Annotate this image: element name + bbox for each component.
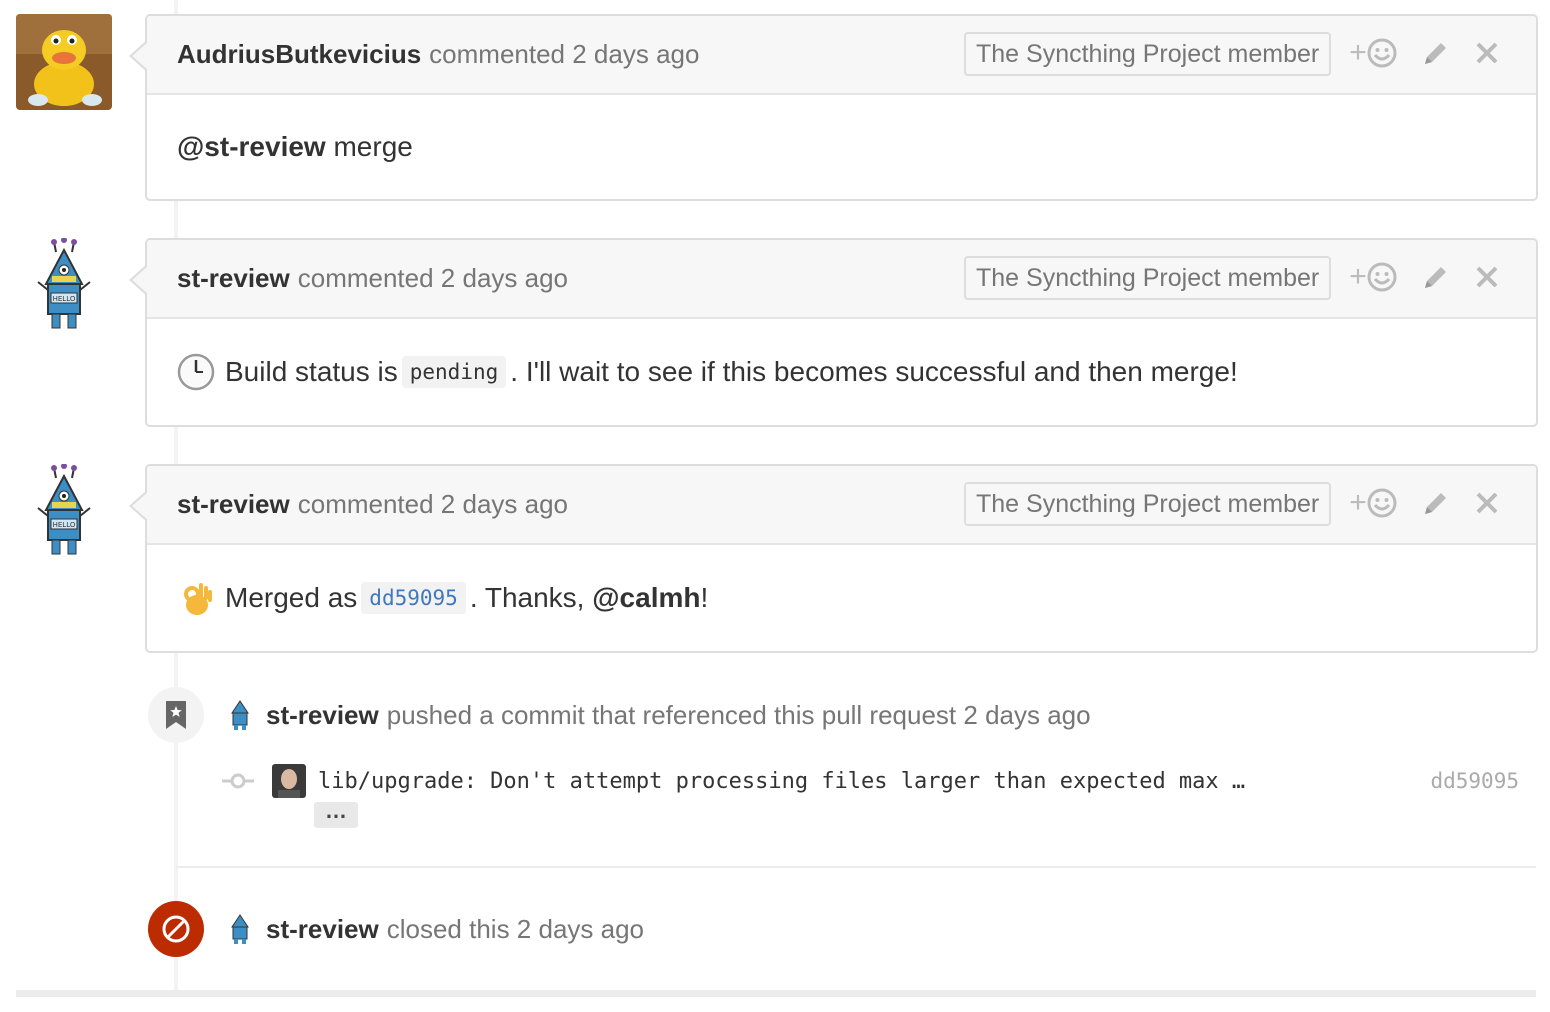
commit-sha-link[interactable]: dd59095 [361, 582, 466, 614]
add-reaction-button[interactable]: + [1343, 260, 1403, 294]
delete-button[interactable] [1473, 265, 1501, 289]
mention-link[interactable]: @st-review [177, 131, 326, 163]
muppet-avatar-icon [16, 14, 112, 110]
circle-slash-icon [162, 915, 190, 943]
comment-text-tail: . I'll wait to see if this becomes succe… [510, 356, 1238, 387]
comment-timestamp[interactable]: commented 2 days ago [298, 263, 568, 294]
comment-3: st-review commented 2 days ago The Synct… [129, 464, 1538, 653]
plus-label: + [1349, 260, 1367, 293]
commit-row: lib/upgrade: Don't attempt processing fi… [222, 760, 1522, 802]
smiley-icon [1367, 488, 1397, 518]
plus-label: + [1349, 486, 1367, 519]
member-badge: The Syncthing Project member [964, 32, 1332, 76]
comment-timestamp[interactable]: commented 2 days ago [429, 39, 699, 70]
commit-sha-link[interactable]: dd59095 [1430, 769, 1519, 793]
comment-text-tail: ! [700, 582, 709, 613]
inline-code: pending [401, 356, 507, 388]
event-text: pushed a commit that referenced this pul… [386, 699, 1091, 730]
comment-author[interactable]: st-review [177, 263, 290, 294]
event-text: closed this 2 days ago [386, 913, 645, 944]
expand-commit-button[interactable]: … [314, 800, 358, 828]
robot-avatar-icon[interactable] [228, 913, 252, 945]
svg-text:HELLO: HELLO [53, 295, 76, 303]
close-icon [1476, 266, 1498, 288]
event-pushed: st-review pushed a commit that reference… [228, 697, 1091, 733]
event-closed: st-review closed this 2 days ago [228, 911, 644, 947]
comment-header: st-review commented 2 days ago The Synct… [147, 240, 1536, 319]
comment-timestamp[interactable]: commented 2 days ago [298, 489, 568, 520]
avatar-st-review[interactable]: HELLO [16, 464, 112, 560]
close-icon [1476, 492, 1498, 514]
close-icon [1476, 42, 1498, 64]
comment-1: AudriusButkevicius commented 2 days ago … [129, 14, 1538, 201]
pencil-icon [1425, 493, 1446, 514]
plus-label: + [1349, 36, 1367, 69]
robot-avatar-icon[interactable] [228, 699, 252, 731]
comment-text: Build status is [225, 356, 398, 387]
ok-hand-icon [184, 583, 212, 615]
delete-button[interactable] [1473, 41, 1501, 65]
bookmark-icon [166, 701, 186, 729]
avatar-st-review[interactable]: HELLO [16, 238, 112, 334]
git-commit-icon [222, 773, 254, 789]
member-badge: The Syncthing Project member [964, 256, 1332, 300]
comment-text-mid: . Thanks, [469, 582, 593, 613]
timeline-divider [176, 866, 1536, 868]
timeline-footer-bar [16, 990, 1536, 997]
comment-author[interactable]: AudriusButkevicius [177, 39, 421, 70]
clock-icon [177, 353, 215, 391]
comment-actions: + [1343, 260, 1501, 294]
comment-header: st-review commented 2 days ago The Synct… [147, 466, 1536, 545]
add-reaction-button[interactable]: + [1343, 36, 1403, 70]
svg-text:HELLO: HELLO [53, 521, 76, 529]
comment-text: Merged as [225, 582, 358, 613]
comment-body: @st-review merge [147, 95, 1536, 199]
comment-header: AudriusButkevicius commented 2 days ago … [147, 16, 1536, 95]
add-reaction-button[interactable]: + [1343, 486, 1403, 520]
comment-2: st-review commented 2 days ago The Synct… [129, 238, 1538, 427]
event-badge-pushed [148, 687, 204, 743]
pencil-icon [1425, 267, 1446, 288]
edit-button[interactable] [1421, 262, 1451, 292]
comment-author[interactable]: st-review [177, 489, 290, 520]
avatar-audriusbutkevicius[interactable] [16, 14, 112, 110]
author-avatar[interactable] [272, 764, 306, 798]
commit-message-link[interactable]: lib/upgrade: Don't attempt processing fi… [318, 769, 1245, 794]
smiley-icon [1367, 38, 1397, 68]
event-badge-closed [148, 901, 204, 957]
robot-avatar-icon: HELLO [16, 464, 112, 560]
edit-button[interactable] [1421, 488, 1451, 518]
mention-link[interactable]: @calmh [592, 582, 700, 614]
event-author[interactable]: st-review [266, 914, 379, 945]
smiley-icon [1367, 262, 1397, 292]
comment-body: Merged as dd59095 . Thanks, @calmh ! [147, 545, 1536, 651]
comment-text: merge [325, 131, 413, 162]
comment-body: Build status is pending . I'll wait to s… [147, 319, 1536, 425]
delete-button[interactable] [1473, 491, 1501, 515]
pencil-icon [1425, 43, 1446, 64]
member-badge: The Syncthing Project member [964, 482, 1332, 526]
edit-button[interactable] [1421, 38, 1451, 68]
robot-avatar-icon: HELLO [16, 238, 112, 334]
event-author[interactable]: st-review [266, 700, 379, 731]
comment-actions: + [1343, 36, 1501, 70]
comment-actions: + [1343, 486, 1501, 520]
